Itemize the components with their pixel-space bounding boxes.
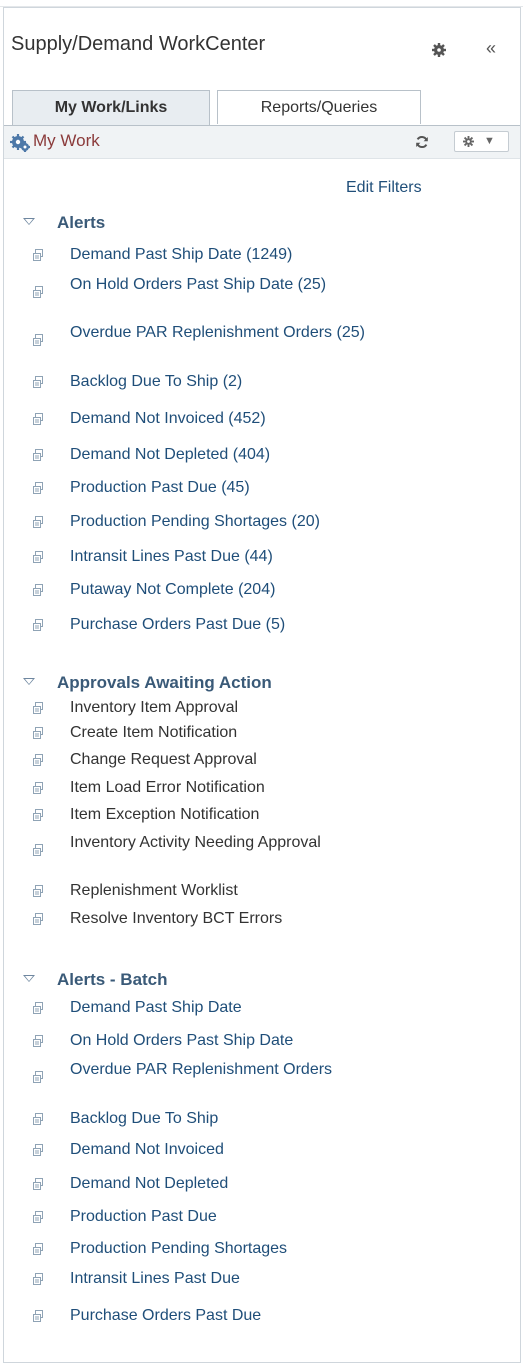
- work-link-label[interactable]: Intransit Lines Past Due: [70, 1271, 430, 1287]
- work-link-label[interactable]: Create Item Notification: [70, 725, 430, 741]
- top-border: [0, 0, 523, 7]
- document-link-icon: [33, 1071, 43, 1083]
- section-title: Alerts: [57, 213, 106, 232]
- document-link-icon: [33, 1144, 43, 1156]
- work-link-label[interactable]: Demand Past Ship Date: [70, 1000, 430, 1016]
- double-chevron-left-icon[interactable]: «: [486, 38, 496, 59]
- section-title: Approvals Awaiting Action: [57, 673, 272, 692]
- document-link-icon: [33, 885, 43, 897]
- chevron-down-icon: ▼: [484, 135, 495, 147]
- document-link-icon: [33, 1310, 43, 1322]
- document-link-icon: [33, 1113, 43, 1125]
- work-link-label[interactable]: Purchase Orders Past Due (5): [70, 617, 430, 633]
- work-link-label[interactable]: Demand Not Invoiced: [70, 1142, 430, 1158]
- document-link-icon: [33, 727, 43, 739]
- work-link-label[interactable]: Production Pending Shortages: [70, 1241, 430, 1257]
- section-title: Alerts - Batch: [57, 970, 168, 989]
- panel-header: Supply/Demand WorkCenter «: [4, 8, 520, 72]
- collapse-triangle-icon[interactable]: [23, 678, 35, 685]
- work-link-label[interactable]: Demand Not Depleted: [70, 1176, 430, 1192]
- document-link-icon: [33, 782, 43, 794]
- work-link-label[interactable]: Replenishment Worklist: [70, 883, 430, 899]
- document-link-icon: [33, 1243, 43, 1255]
- document-link-icon: [33, 551, 43, 563]
- gears-icon: [10, 134, 30, 152]
- document-link-icon: [33, 1002, 43, 1014]
- document-link-icon: [33, 844, 43, 856]
- actions-menu-button[interactable]: ▼: [454, 131, 509, 152]
- work-link-label[interactable]: Demand Not Invoiced (452): [70, 411, 430, 427]
- document-link-icon: [33, 449, 43, 461]
- document-link-icon: [33, 1273, 43, 1285]
- work-link-label[interactable]: Inventory Activity Needing Approval: [70, 835, 370, 851]
- work-link-label[interactable]: Demand Not Depleted (404): [70, 447, 430, 463]
- work-link-label[interactable]: Overdue PAR Replenishment Orders: [70, 1062, 370, 1078]
- work-link-label[interactable]: Resolve Inventory BCT Errors: [70, 911, 430, 927]
- work-link-label[interactable]: Inventory Item Approval: [70, 700, 430, 716]
- gear-icon: [463, 136, 474, 147]
- document-link-icon: [33, 809, 43, 821]
- tab-my-work-links[interactable]: My Work/Links: [12, 90, 210, 126]
- work-link-label[interactable]: Purchase Orders Past Due: [70, 1308, 430, 1324]
- work-link-label[interactable]: Item Exception Notification: [70, 807, 430, 823]
- tab-reports-queries[interactable]: Reports/Queries: [217, 90, 421, 124]
- work-link-label[interactable]: Change Request Approval: [70, 752, 430, 768]
- work-link-label[interactable]: Backlog Due To Ship (2): [70, 374, 430, 390]
- document-link-icon: [33, 334, 43, 346]
- work-link-label[interactable]: On Hold Orders Past Ship Date: [70, 1033, 430, 1049]
- edit-filters-link[interactable]: Edit Filters: [346, 179, 422, 197]
- document-link-icon: [33, 1178, 43, 1190]
- workcenter-panel: Supply/Demand WorkCenter « My Work/Links…: [3, 7, 521, 1363]
- document-link-icon: [33, 1035, 43, 1047]
- gear-icon[interactable]: [432, 43, 446, 57]
- pagelet-header: My Work ▼: [4, 126, 520, 159]
- document-link-icon: [33, 413, 43, 425]
- document-link-icon: [33, 482, 43, 494]
- refresh-icon[interactable]: [415, 135, 429, 149]
- document-link-icon: [33, 516, 43, 528]
- work-link-label[interactable]: Demand Past Ship Date (1249): [70, 247, 430, 263]
- document-link-icon: [33, 376, 43, 388]
- work-link-label[interactable]: Overdue PAR Replenishment Orders (25): [70, 325, 370, 341]
- document-link-icon: [33, 584, 43, 596]
- document-link-icon: [33, 702, 43, 714]
- document-link-icon: [33, 754, 43, 766]
- document-link-icon: [33, 1211, 43, 1223]
- collapse-triangle-icon[interactable]: [23, 218, 35, 225]
- work-link-label[interactable]: Item Load Error Notification: [70, 780, 430, 796]
- work-link-label[interactable]: Putaway Not Complete (204): [70, 582, 430, 598]
- document-link-icon: [33, 619, 43, 631]
- work-link-label[interactable]: Backlog Due To Ship: [70, 1111, 430, 1127]
- collapse-triangle-icon[interactable]: [23, 975, 35, 982]
- work-link-label[interactable]: On Hold Orders Past Ship Date (25): [70, 277, 370, 293]
- work-link-label[interactable]: Intransit Lines Past Due (44): [70, 549, 430, 565]
- work-link-label[interactable]: Production Pending Shortages (20): [70, 514, 430, 530]
- work-link-label[interactable]: Production Past Due (45): [70, 480, 430, 496]
- pagelet-title[interactable]: My Work: [33, 131, 100, 151]
- document-link-icon: [33, 249, 43, 261]
- workcenter-title: Supply/Demand WorkCenter: [11, 33, 266, 55]
- document-link-icon: [33, 286, 43, 298]
- document-link-icon: [33, 913, 43, 925]
- work-link-label[interactable]: Production Past Due: [70, 1209, 430, 1225]
